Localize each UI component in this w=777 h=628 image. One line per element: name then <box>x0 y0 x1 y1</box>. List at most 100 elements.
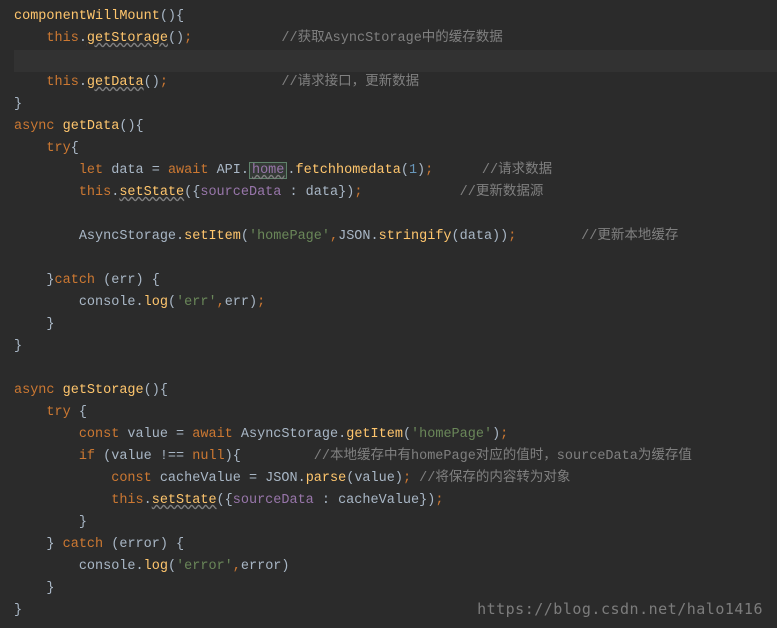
code-line[interactable]: } <box>14 578 777 600</box>
code-line[interactable]: } <box>14 336 777 358</box>
code-token: setItem <box>184 229 241 244</box>
code-token: . <box>136 559 144 574</box>
code-token: } <box>14 603 22 618</box>
code-comment: //更新数据源 <box>460 185 544 200</box>
code-token: : data <box>281 185 338 200</box>
code-token: ; <box>508 229 516 244</box>
code-token: } <box>419 493 427 508</box>
code-token: { <box>233 449 241 464</box>
code-token: cacheValue <box>152 471 249 486</box>
code-token: = <box>249 471 257 486</box>
code-token: this <box>111 493 143 508</box>
code-line[interactable]: const cacheValue = JSON.parse(value); //… <box>14 468 777 490</box>
code-token: ( <box>452 229 460 244</box>
code-token: ; <box>184 31 192 46</box>
code-token: API <box>208 163 240 178</box>
code-token: data <box>103 163 152 178</box>
code-token <box>55 119 63 134</box>
code-line[interactable]: } <box>14 94 777 116</box>
code-token: , <box>233 559 241 574</box>
code-line[interactable]: this.getStorage(); //获取AsyncStorage中的缓存数… <box>14 28 777 50</box>
code-token: await <box>168 163 209 178</box>
code-token: try <box>46 405 70 420</box>
code-token: ; <box>500 427 508 442</box>
code-token: (value <box>95 449 160 464</box>
code-line[interactable]: let data = await API.home.fetchhomedata(… <box>14 160 777 182</box>
code-token <box>55 383 63 398</box>
code-line[interactable]: const value = await AsyncStorage.getItem… <box>14 424 777 446</box>
code-line[interactable]: } <box>14 512 777 534</box>
code-line[interactable]: async getStorage(){ <box>14 380 777 402</box>
code-token: setState <box>152 493 217 508</box>
code-token: value <box>119 427 176 442</box>
code-token: )) <box>492 229 508 244</box>
code-editor[interactable]: componentWillMount(){ this.getStorage();… <box>0 0 777 622</box>
code-line[interactable]: AsyncStorage.setItem('homePage',JSON.str… <box>14 226 777 248</box>
code-line[interactable]: this.setState({sourceData : data}); //更新… <box>14 182 777 204</box>
code-line[interactable]: componentWillMount(){ <box>14 6 777 28</box>
code-line[interactable]: console.log('error',error) <box>14 556 777 578</box>
code-token: { <box>225 493 233 508</box>
code-line[interactable] <box>14 248 777 270</box>
code-line[interactable]: } catch (error) { <box>14 534 777 556</box>
code-token: { <box>176 9 184 24</box>
code-token: (err) { <box>95 273 160 288</box>
code-token: 'error' <box>176 559 233 574</box>
code-line[interactable] <box>14 358 777 380</box>
code-line[interactable]: async getData(){ <box>14 116 777 138</box>
code-token: AsyncStorage <box>79 229 176 244</box>
code-token: . <box>136 295 144 310</box>
code-token: ( <box>403 427 411 442</box>
code-line[interactable]: this.setState({sourceData : cacheValue})… <box>14 490 777 512</box>
code-token: { <box>136 119 144 134</box>
code-token: ) <box>225 449 233 464</box>
code-line[interactable]: console.log('err',err); <box>14 292 777 314</box>
code-token: getItem <box>346 427 403 442</box>
code-token: . <box>241 163 249 178</box>
code-token: await <box>192 427 233 442</box>
code-line[interactable]: } <box>14 314 777 336</box>
code-token: catch <box>63 537 104 552</box>
code-token: log <box>144 559 168 574</box>
code-token: = <box>152 163 160 178</box>
code-token: ; <box>403 471 411 486</box>
code-token: ( <box>401 163 409 178</box>
code-token: ) <box>281 559 289 574</box>
code-token: } <box>46 581 54 596</box>
code-line[interactable]: if (value !== null){ //本地缓存中有homePage对应的… <box>14 446 777 468</box>
code-token: let <box>79 163 103 178</box>
code-token: } <box>79 515 87 530</box>
code-token: 'homePage' <box>249 229 330 244</box>
code-token: setState <box>119 185 184 200</box>
code-token: } <box>46 273 54 288</box>
code-token: async <box>14 383 55 398</box>
code-line[interactable] <box>14 50 777 72</box>
code-token: this <box>79 185 111 200</box>
code-token: ) <box>492 427 500 442</box>
code-line[interactable] <box>14 204 777 226</box>
code-token: this <box>46 75 78 90</box>
code-line[interactable]: }catch (err) { <box>14 270 777 292</box>
code-line[interactable]: try { <box>14 402 777 424</box>
code-token: home <box>249 162 287 179</box>
code-token: catch <box>55 273 96 288</box>
code-token: ) <box>249 295 257 310</box>
code-token: console <box>79 559 136 574</box>
code-token: 'err' <box>176 295 217 310</box>
code-line[interactable]: try{ <box>14 138 777 160</box>
code-token: { <box>71 405 87 420</box>
code-token: !== <box>160 449 184 464</box>
code-token: . <box>287 163 295 178</box>
code-token: err <box>225 295 249 310</box>
code-token: } <box>46 317 54 332</box>
code-token: { <box>71 141 79 156</box>
code-line[interactable]: this.getData(); //请求接口，更新数据 <box>14 72 777 94</box>
watermark-text: https://blog.csdn.net/halo1416 <box>477 598 763 620</box>
code-token: JSON <box>257 471 298 486</box>
code-token: . <box>79 31 87 46</box>
code-token: , <box>217 295 225 310</box>
code-token: getStorage <box>87 31 168 46</box>
code-token: console <box>79 295 136 310</box>
code-token <box>160 163 168 178</box>
code-token: parse <box>306 471 347 486</box>
